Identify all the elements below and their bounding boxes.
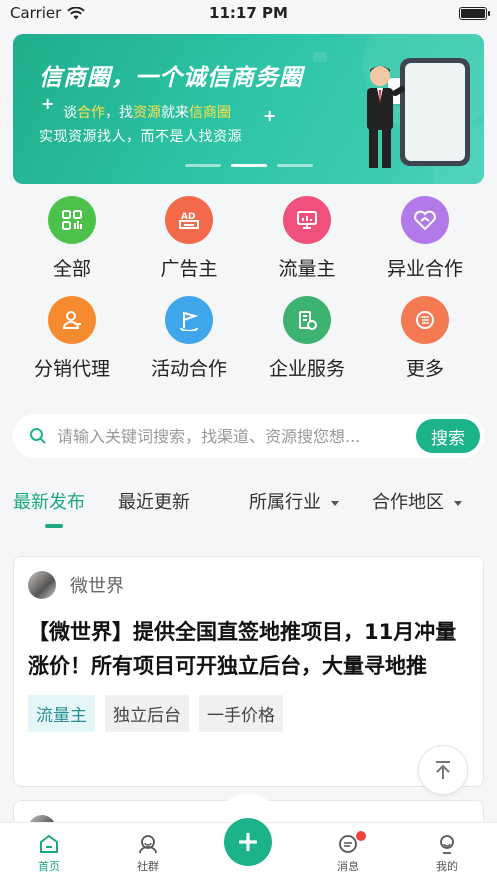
flag-icon bbox=[165, 296, 213, 344]
industry-filter[interactable]: 所属行业 bbox=[249, 488, 339, 514]
region-filter[interactable]: 合作地区 bbox=[372, 488, 462, 514]
pagination-dot[interactable] bbox=[277, 164, 313, 167]
monitor-icon bbox=[283, 196, 331, 244]
category-events[interactable]: 活动合作 bbox=[130, 296, 248, 386]
tab-latest[interactable]: 最新发布 bbox=[13, 488, 85, 514]
category-cross-industry[interactable]: 异业合作 bbox=[366, 196, 484, 286]
status-bar: Carrier 11:17 PM bbox=[0, 0, 497, 26]
category-enterprise[interactable]: 企业服务 bbox=[248, 296, 366, 386]
tag: 独立后台 bbox=[105, 695, 189, 732]
tabbar-community[interactable]: 社群 bbox=[118, 833, 178, 874]
tabbar-label: 首页 bbox=[38, 860, 60, 873]
carrier-label: Carrier bbox=[10, 4, 62, 22]
tag: 流量主 bbox=[28, 695, 95, 732]
wifi-icon bbox=[67, 6, 86, 19]
category-label: 分销代理 bbox=[33, 358, 110, 380]
category-label: 全部 bbox=[52, 258, 91, 280]
search-input[interactable] bbox=[57, 426, 416, 446]
promo-banner[interactable]: 信商圈，一个诚信商务圈 + 谈合作，找资源就来信商圈 + 实现资源找人，而不是人… bbox=[13, 34, 484, 184]
category-label: 流量主 bbox=[278, 258, 336, 280]
category-grid: 全部 AD 广告主 流量主 异业合作 分销代理 活动合作 企业服务 更多 bbox=[13, 196, 484, 386]
agent-icon bbox=[48, 296, 96, 344]
battery-icon bbox=[459, 6, 490, 20]
caret-down-icon bbox=[454, 500, 462, 506]
banner-subtitle: 实现资源找人，而不是人找资源 bbox=[39, 129, 242, 145]
businessman-illustration bbox=[367, 66, 406, 168]
back-to-top-button[interactable] bbox=[418, 745, 468, 795]
banner-slogan: 谈合作，找资源就来信商圈 bbox=[63, 105, 231, 121]
tabbar-label: 社群 bbox=[137, 860, 159, 873]
tabbar-messages[interactable]: 消息 bbox=[318, 833, 378, 874]
filter-tabs: 最新发布 最近更新 所属行业 合作地区 bbox=[13, 488, 484, 532]
post-card[interactable]: 微世界 【微世界】提供全国直签地推项目，11月冲量涨价！所有项目可开独立后台，大… bbox=[13, 556, 484, 787]
category-label: 更多 bbox=[405, 358, 444, 380]
caret-down-icon bbox=[331, 500, 339, 506]
category-label: 广告主 bbox=[160, 258, 218, 280]
sparkle-icon: + bbox=[263, 106, 277, 125]
pagination-dot-active[interactable] bbox=[231, 164, 267, 167]
category-label: 活动合作 bbox=[150, 358, 227, 380]
arrow-up-icon bbox=[436, 761, 450, 779]
active-tab-indicator bbox=[45, 524, 63, 528]
search-bar: 搜索 bbox=[13, 414, 484, 458]
search-button[interactable]: 搜索 bbox=[416, 419, 480, 453]
post-header: 微世界 bbox=[28, 571, 469, 599]
avatar[interactable] bbox=[28, 571, 56, 599]
grid-icon bbox=[48, 196, 96, 244]
notification-badge bbox=[356, 831, 366, 841]
tabbar-home[interactable]: 首页 bbox=[19, 833, 79, 874]
tabbar-label: 我的 bbox=[436, 860, 458, 873]
category-distribution[interactable]: 分销代理 bbox=[13, 296, 131, 386]
profile-icon bbox=[440, 835, 454, 854]
more-icon bbox=[401, 296, 449, 344]
sparkle-icon: + bbox=[41, 94, 55, 113]
tabbar-label: 消息 bbox=[337, 860, 359, 873]
tab-recent[interactable]: 最近更新 bbox=[118, 488, 190, 514]
publish-button[interactable] bbox=[224, 818, 272, 866]
building-icon bbox=[283, 296, 331, 344]
phone-illustration bbox=[400, 58, 470, 166]
post-title: 【微世界】提供全国直签地推项目，11月冲量涨价！所有项目可开独立后台，大量寻地推 bbox=[28, 620, 457, 678]
home-icon bbox=[40, 834, 58, 853]
handshake-heart-icon bbox=[401, 196, 449, 244]
category-label: 企业服务 bbox=[268, 358, 345, 380]
category-advertiser[interactable]: AD 广告主 bbox=[130, 196, 248, 286]
category-more[interactable]: 更多 bbox=[366, 296, 484, 386]
pagination-dot[interactable] bbox=[185, 164, 221, 167]
search-icon bbox=[30, 428, 46, 444]
status-left: Carrier bbox=[10, 4, 86, 22]
community-icon bbox=[139, 835, 157, 854]
banner-pagination bbox=[185, 164, 313, 167]
ad-icon: AD bbox=[165, 196, 213, 244]
tabbar-mine[interactable]: 我的 bbox=[417, 833, 477, 874]
post-author[interactable]: 微世界 bbox=[70, 572, 124, 598]
post-tags: 流量主 独立后台 一手价格 bbox=[28, 695, 469, 732]
tag: 一手价格 bbox=[199, 695, 283, 732]
category-label: 异业合作 bbox=[386, 258, 463, 280]
banner-title: 信商圈，一个诚信商务圈 bbox=[39, 65, 303, 91]
category-all[interactable]: 全部 bbox=[13, 196, 131, 286]
plus-icon bbox=[239, 833, 257, 851]
category-traffic[interactable]: 流量主 bbox=[248, 196, 366, 286]
